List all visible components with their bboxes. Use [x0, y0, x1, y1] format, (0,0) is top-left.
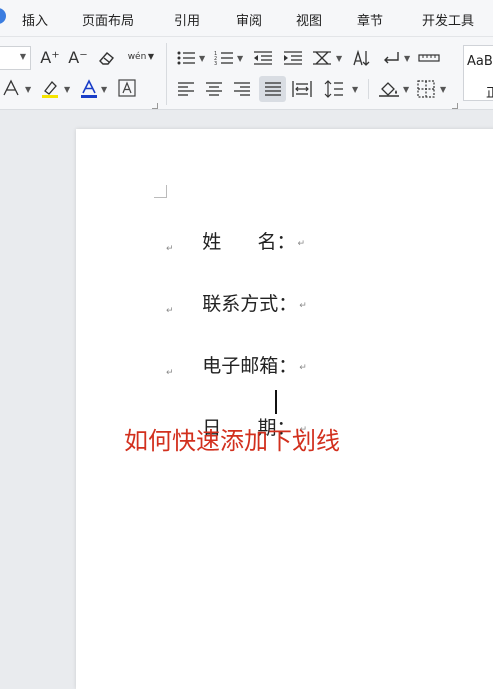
chevron-down-icon[interactable]: ▼	[336, 54, 342, 63]
line-text: 电子邮箱：	[202, 355, 298, 377]
ruler-icon	[418, 54, 440, 62]
highlight-color-button[interactable]	[38, 77, 62, 101]
ribbon-toolbar: ▼ A⁺ A⁻ wén ▼ ▼ ▼ ▼ ▼ 1 2 3 ▼ ▼ ▼ ▼ ▼ ▼ …	[0, 37, 493, 110]
menu-developer-tools[interactable]: 开发工具	[422, 10, 474, 29]
ribbon-separator	[368, 79, 369, 99]
chinese-layout-icon	[313, 51, 331, 65]
distribute-icon	[292, 81, 312, 97]
decrease-indent-button[interactable]	[251, 47, 275, 69]
style-gallery-item[interactable]: AaB 正	[463, 45, 493, 101]
font-dialog-launcher[interactable]	[152, 103, 158, 109]
tab-stops-button[interactable]	[416, 47, 442, 69]
outdent-icon	[254, 51, 272, 65]
paragraph-mark: ↵	[297, 239, 306, 249]
highlighter-icon	[42, 81, 58, 98]
chevron-down-icon[interactable]: ▼	[64, 85, 70, 94]
menu-insert[interactable]: 插入	[22, 10, 48, 29]
menu-view[interactable]: 视图	[296, 10, 322, 29]
align-center-icon	[206, 82, 222, 96]
menu-page-layout[interactable]: 页面布局	[82, 10, 134, 29]
line-text: 联系方式：	[202, 293, 298, 315]
menu-references[interactable]: 引用	[174, 10, 200, 29]
chevron-down-icon[interactable]: ▼	[199, 54, 205, 63]
indent-icon	[284, 51, 302, 65]
chevron-down-icon[interactable]: ▼	[101, 85, 107, 94]
app-menu-icon[interactable]	[0, 8, 6, 24]
paragraph-mark: ↵	[166, 306, 174, 316]
paragraph-dialog-launcher[interactable]	[452, 103, 458, 109]
svg-text:3: 3	[214, 61, 217, 66]
decrease-font-size-button[interactable]: A⁻	[66, 47, 90, 69]
line-spacing-button[interactable]	[322, 78, 346, 100]
form-line-contact[interactable]: 联系方式： ↵	[166, 267, 307, 338]
justify-button[interactable]	[259, 76, 286, 102]
text-cursor	[275, 390, 277, 414]
text-effect-button[interactable]	[0, 77, 22, 99]
shading-button[interactable]	[377, 78, 401, 100]
ribbon-separator	[166, 43, 167, 105]
chevron-down-icon[interactable]: ▼	[237, 54, 243, 63]
paint-bucket-icon	[379, 82, 399, 97]
increase-indent-button[interactable]	[281, 47, 305, 69]
font-size-dropdown[interactable]: ▼	[0, 46, 31, 70]
text-effect-icon	[3, 79, 19, 96]
style-preview-label: 正	[486, 86, 493, 101]
margin-marker	[154, 185, 167, 198]
borders-button[interactable]	[415, 78, 437, 100]
line-spacing-icon	[324, 80, 343, 98]
form-line-name[interactable]: 姓 名： ↵	[166, 205, 306, 276]
chinese-layout-button[interactable]	[310, 47, 334, 69]
phonetic-guide-button[interactable]: wén ▼	[122, 45, 154, 69]
sort-button[interactable]	[350, 47, 372, 69]
paragraph-mark-icon	[384, 52, 399, 64]
align-left-button[interactable]	[175, 78, 197, 100]
paragraph-mark: ↵	[166, 244, 174, 254]
pinyin-icon: wén	[127, 51, 147, 62]
decrease-font-icon: A⁻	[68, 48, 88, 67]
borders-icon	[417, 80, 435, 98]
chevron-down-icon: ▼	[147, 52, 154, 61]
chevron-down-icon[interactable]: ▼	[25, 85, 31, 94]
clear-format-button[interactable]	[95, 47, 119, 69]
chevron-down-icon[interactable]: ▼	[404, 54, 410, 63]
show-hide-marks-button[interactable]	[380, 47, 402, 69]
paragraph-mark: ↵	[299, 363, 307, 373]
menu-review[interactable]: 审阅	[236, 10, 262, 29]
chevron-down-icon[interactable]: ▼	[440, 85, 446, 94]
paragraph-mark: ↵	[299, 301, 307, 311]
align-right-icon	[234, 82, 250, 96]
chevron-down-icon[interactable]: ▼	[403, 85, 409, 94]
form-line-email[interactable]: 电子邮箱： ↵	[166, 329, 307, 400]
document-workspace: 姓 名： ↵ ↵ 联系方式： ↵ ↵ 电子邮箱： ↵ ↵ 日 期： ↵ 如何快速添加下划…	[0, 110, 493, 689]
bullet-list-icon	[177, 51, 195, 65]
align-right-button[interactable]	[231, 78, 253, 100]
font-color-icon	[81, 79, 97, 98]
chevron-down-icon: ▼	[19, 52, 26, 61]
numbered-list-button[interactable]: 123	[213, 47, 235, 69]
chevron-down-icon[interactable]: ▼	[352, 85, 358, 94]
eraser-icon	[99, 52, 114, 65]
character-border-button[interactable]	[117, 78, 137, 98]
increase-font-size-button[interactable]: A⁺	[38, 47, 62, 69]
overlay-caption: 如何快速添加下划线	[124, 427, 340, 455]
paragraph-mark: ↵	[166, 368, 174, 378]
document-page[interactable]: 姓 名： ↵ ↵ 联系方式： ↵ ↵ 电子邮箱： ↵ ↵ 日 期： ↵ 如何快速添加下划…	[76, 129, 493, 689]
increase-font-icon: A⁺	[40, 48, 60, 67]
sort-icon	[353, 49, 370, 66]
font-color-button[interactable]	[78, 77, 100, 101]
menu-chapter[interactable]: 章节	[357, 10, 383, 29]
style-preview: AaB	[467, 54, 493, 69]
line-text: 姓 名：	[202, 231, 296, 253]
distribute-button[interactable]	[291, 78, 313, 100]
menu-bar: 插入 页面布局 引用 审阅 视图 章节 开发工具	[0, 0, 493, 37]
align-center-button[interactable]	[203, 78, 225, 100]
numbered-list-icon: 123	[214, 51, 233, 66]
character-border-icon	[118, 79, 136, 97]
justify-icon	[264, 82, 281, 96]
align-left-icon	[178, 82, 194, 96]
bullet-list-button[interactable]	[175, 47, 197, 69]
